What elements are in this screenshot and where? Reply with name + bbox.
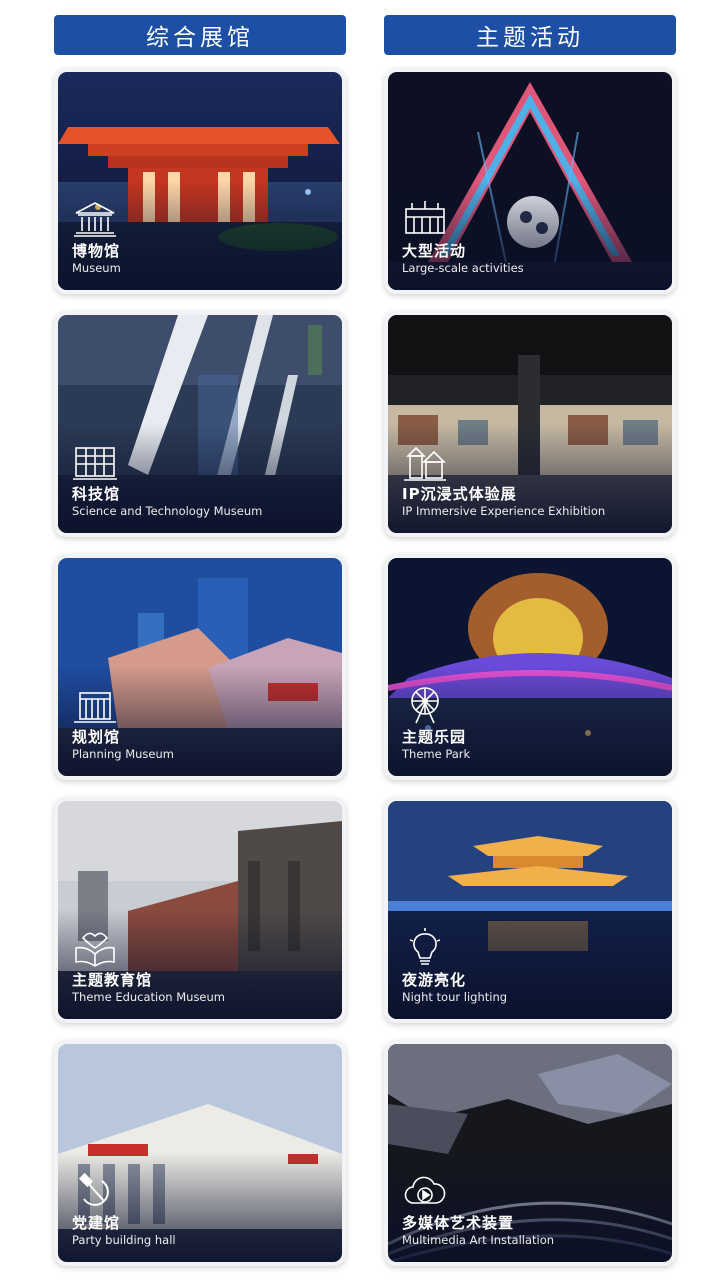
card-theme-education-museum[interactable]: 主题教育馆 Theme Education Museum <box>54 797 346 1023</box>
card-title-en: Multimedia Art Installation <box>402 1233 555 1247</box>
card-title-en: Party building hall <box>72 1233 176 1247</box>
card-title-en: Planning Museum <box>72 747 174 761</box>
card-museum[interactable]: 博物馆 Museum <box>54 68 346 294</box>
card-title-zh: 博物馆 <box>72 242 121 260</box>
section-header: 综合展馆 <box>54 15 346 55</box>
ferris-wheel-icon <box>411 687 439 724</box>
hammer-sickle-icon <box>78 1172 109 1206</box>
museum-icon <box>74 202 116 237</box>
card-title-en: Theme Park <box>402 747 471 761</box>
card-science-museum[interactable]: 科技馆 Science and Technology Museum <box>54 311 346 537</box>
column-comprehensive-halls: 综合展馆 博物馆 Museum 科技馆 Science and Technolo… <box>54 0 346 1283</box>
open-book-icon <box>75 932 115 967</box>
card-title-en: Night tour lighting <box>402 990 508 1004</box>
card-title-zh: 大型活动 <box>402 242 467 260</box>
card-party-building-hall[interactable]: 党建馆 Party building hall <box>54 1040 346 1266</box>
card-title-en: IP Immersive Experience Exhibition <box>402 504 606 518</box>
planning-building-icon <box>74 692 116 723</box>
card-title-en: Science and Technology Museum <box>72 504 263 518</box>
card-title-zh: IP沉浸式体验展 <box>402 485 517 503</box>
card-title-zh: 主题教育馆 <box>72 971 153 989</box>
event-stage-icon <box>405 201 445 234</box>
card-planning-museum[interactable]: 规划馆 Planning Museum <box>54 554 346 780</box>
card-title-en: Theme Education Museum <box>72 990 225 1004</box>
card-title-zh: 党建馆 <box>72 1214 121 1232</box>
card-theme-park[interactable]: 主题乐园 Theme Park <box>384 554 676 780</box>
immersive-exhibit-icon <box>404 446 446 481</box>
cloud-play-icon <box>404 1176 446 1204</box>
card-multimedia-art-installation[interactable]: 多媒体艺术装置 Multimedia Art Installation <box>384 1040 676 1266</box>
column-theme-activities: 主题活动 大型活动 Large-scale activities IP沉浸式体验… <box>384 0 676 1283</box>
card-title-en: Museum <box>72 261 121 275</box>
card-title-zh: 夜游亮化 <box>402 971 467 989</box>
light-bulb-icon <box>409 928 441 965</box>
card-ip-immersive-exhibition[interactable]: IP沉浸式体验展 IP Immersive Experience Exhibit… <box>384 311 676 537</box>
card-title-en: Large-scale activities <box>402 261 524 275</box>
card-night-tour-lighting[interactable]: 夜游亮化 Night tour lighting <box>384 797 676 1023</box>
page: 综合展馆 博物馆 Museum 科技馆 Science and Technolo… <box>0 0 725 1287</box>
science-building-icon <box>73 447 117 480</box>
card-title-zh: 主题乐园 <box>402 728 467 746</box>
card-title-zh: 多媒体艺术装置 <box>402 1214 515 1232</box>
card-title-zh: 科技馆 <box>72 485 121 503</box>
section-header: 主题活动 <box>384 15 676 55</box>
card-large-scale-activities[interactable]: 大型活动 Large-scale activities <box>384 68 676 294</box>
card-title-zh: 规划馆 <box>72 728 121 746</box>
